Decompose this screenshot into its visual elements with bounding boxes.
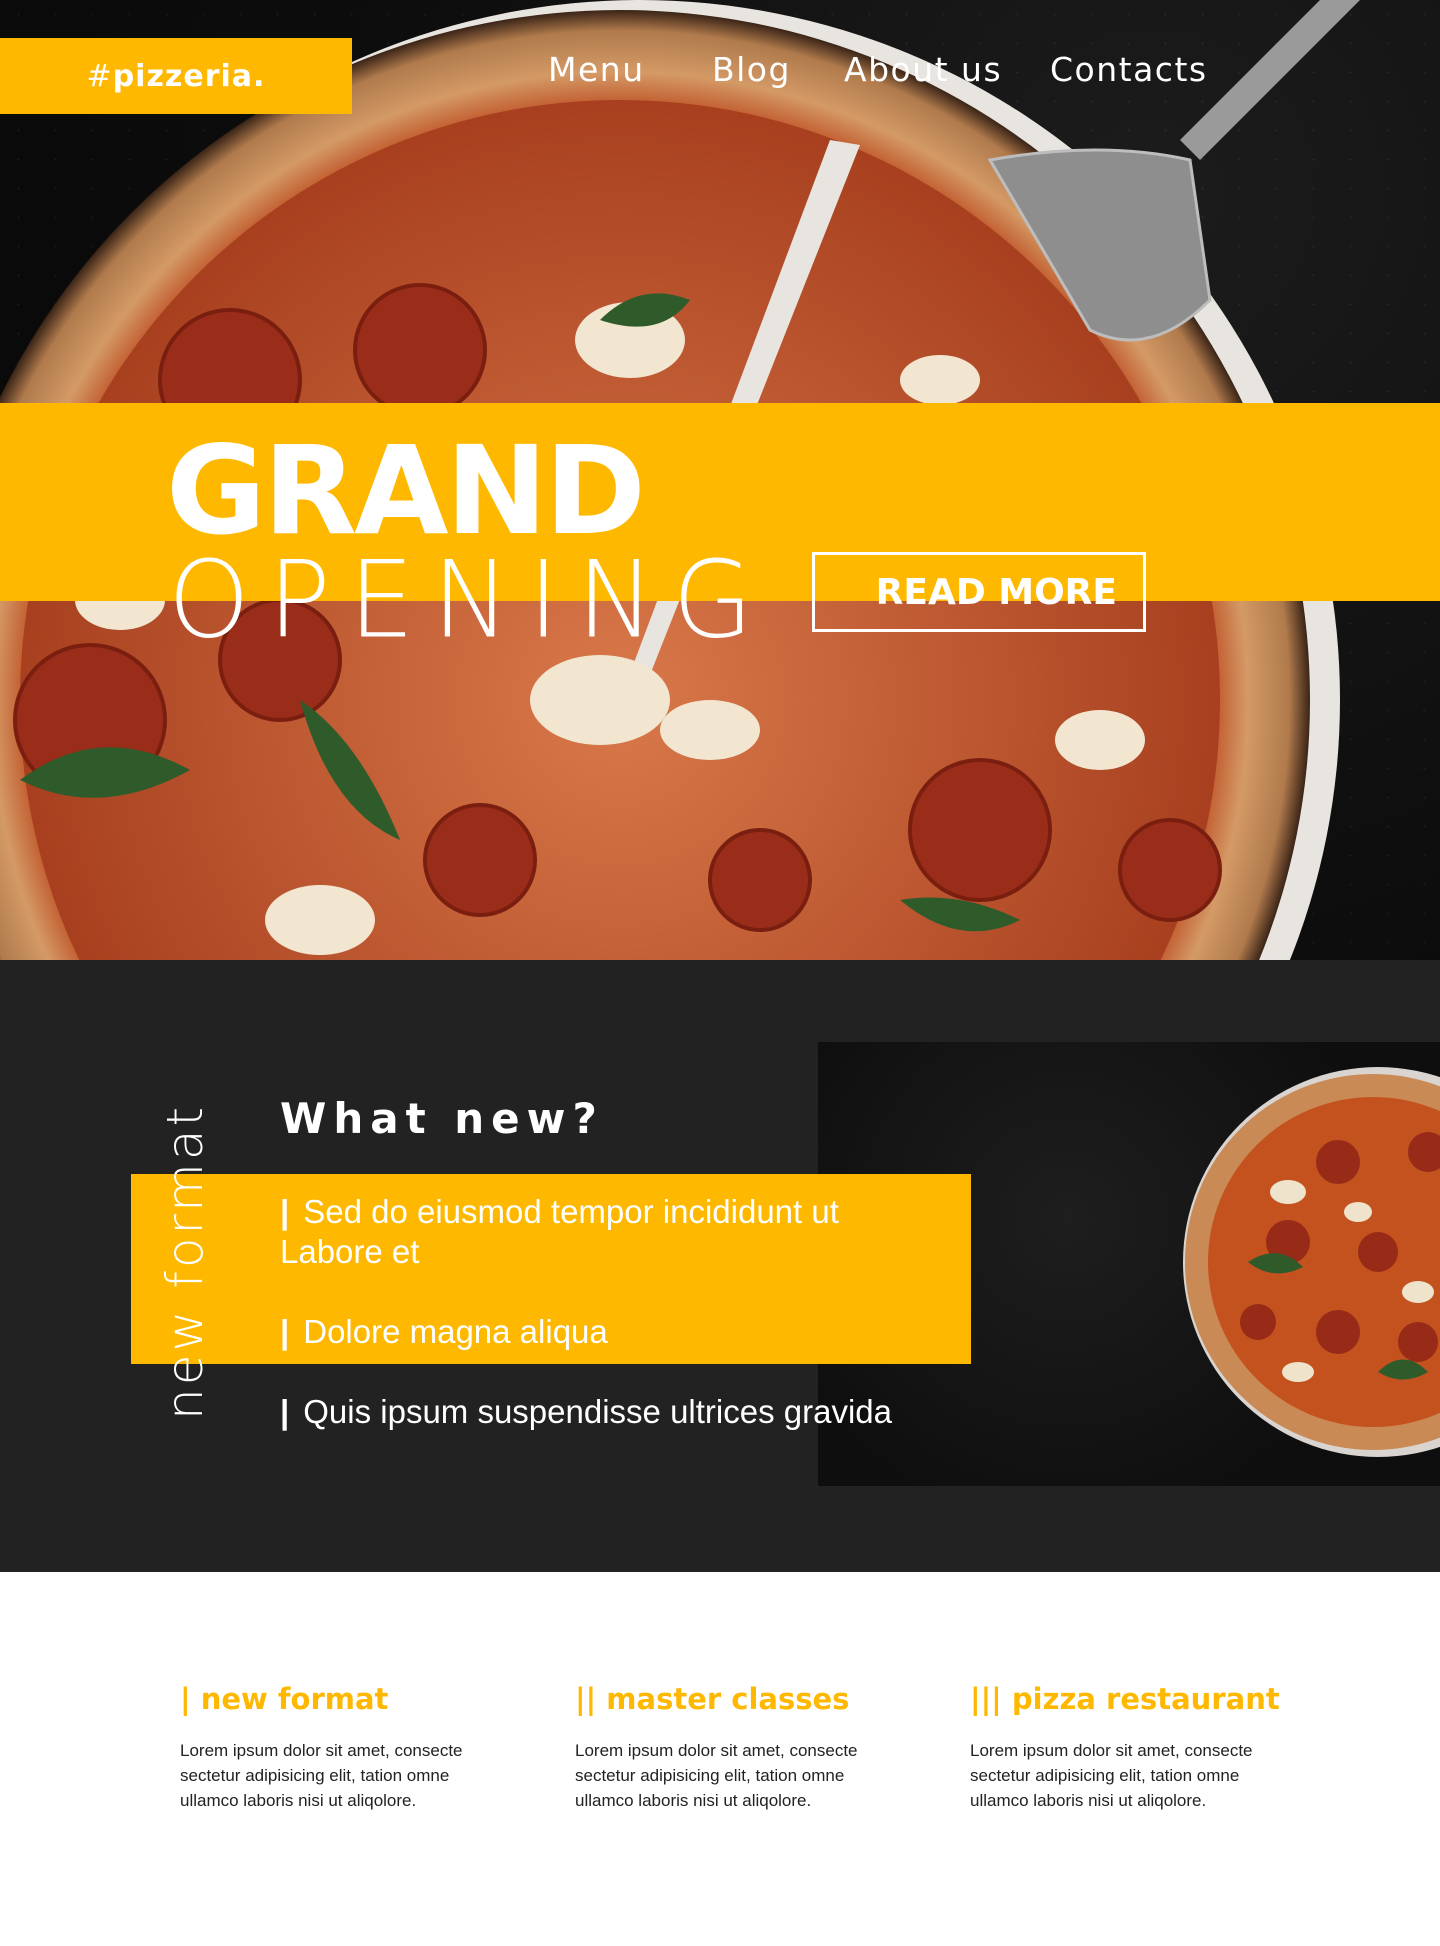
feature-text-line: sectetur adipisicing elit, tation omne	[970, 1766, 1240, 1785]
item-bar: |	[280, 1393, 290, 1430]
item-bar: |	[280, 1313, 290, 1350]
list-item: | Dolore magna aliqua	[280, 1312, 608, 1352]
feature-title: ||| pizza restaurant	[970, 1682, 1300, 1716]
feature-title: | new format	[180, 1682, 510, 1716]
feature-text-line: ullamco laboris nisi ut aliqolore.	[970, 1791, 1207, 1810]
hero-section: # pizzeria. Menu Blog About us Contacts …	[0, 0, 1440, 960]
feature-text-line: ullamco laboris nisi ut aliqolore.	[180, 1791, 417, 1810]
item-bar: |	[280, 1193, 290, 1230]
read-more-button[interactable]: READ MORE	[812, 552, 1146, 632]
side-label-new-format: new format	[156, 1103, 214, 1420]
feature-master-classes: || master classes Lorem ipsum dolor sit …	[575, 1682, 905, 1813]
feature-text-line: Lorem ipsum dolor sit amet, consecte	[575, 1741, 858, 1760]
item-text: Sed do eiusmod tempor incididunt ut	[303, 1193, 839, 1230]
nav-contacts[interactable]: Contacts	[1050, 50, 1208, 89]
feature-text: Lorem ipsum dolor sit amet, consecte sec…	[180, 1738, 510, 1813]
item-text: Dolore magna aliqua	[303, 1313, 608, 1350]
hero-title-grand: GRAND	[166, 420, 646, 562]
feature-text-line: ullamco laboris nisi ut aliqolore.	[575, 1791, 812, 1810]
feature-text: Lorem ipsum dolor sit amet, consecte sec…	[970, 1738, 1300, 1813]
feature-text-line: sectetur adipisicing elit, tation omne	[180, 1766, 450, 1785]
item-text: Quis ipsum suspendisse ultrices gravida	[303, 1393, 892, 1430]
feature-mark: ||	[575, 1682, 597, 1716]
feature-title-text: master classes	[606, 1682, 850, 1716]
feature-mark: |||	[970, 1682, 1002, 1716]
feature-title-text: new format	[200, 1682, 389, 1716]
feature-text: Lorem ipsum dolor sit amet, consecte sec…	[575, 1738, 905, 1813]
nav-menu[interactable]: Menu	[548, 50, 645, 89]
hero-title-opening: OPENING	[168, 537, 772, 663]
nav-about-us[interactable]: About us	[844, 50, 1002, 89]
feature-new-format: | new format Lorem ipsum dolor sit amet,…	[180, 1682, 510, 1813]
section-heading: What new?	[280, 1094, 604, 1143]
brand-logo[interactable]: # pizzeria.	[0, 38, 352, 114]
nav-blog[interactable]: Blog	[712, 50, 791, 89]
feature-mark: |	[180, 1682, 191, 1716]
list-item: | Quis ipsum suspendisse ultrices gravida	[280, 1392, 892, 1432]
feature-text-line: sectetur adipisicing elit, tation omne	[575, 1766, 845, 1785]
item-text-line2: Labore et	[280, 1233, 420, 1270]
feature-pizza-restaurant: ||| pizza restaurant Lorem ipsum dolor s…	[970, 1682, 1300, 1813]
hero-title-opening-text: OPENING	[168, 537, 772, 663]
feature-title: || master classes	[575, 1682, 905, 1716]
feature-text-line: Lorem ipsum dolor sit amet, consecte	[180, 1741, 463, 1760]
list-item: | Sed do eiusmod tempor incididunt ut Lab…	[280, 1192, 839, 1272]
feature-text-line: Lorem ipsum dolor sit amet, consecte	[970, 1741, 1253, 1760]
brand-name: pizzeria.	[112, 58, 266, 94]
brand-hash: #	[86, 58, 113, 94]
feature-title-text: pizza restaurant	[1011, 1682, 1280, 1716]
